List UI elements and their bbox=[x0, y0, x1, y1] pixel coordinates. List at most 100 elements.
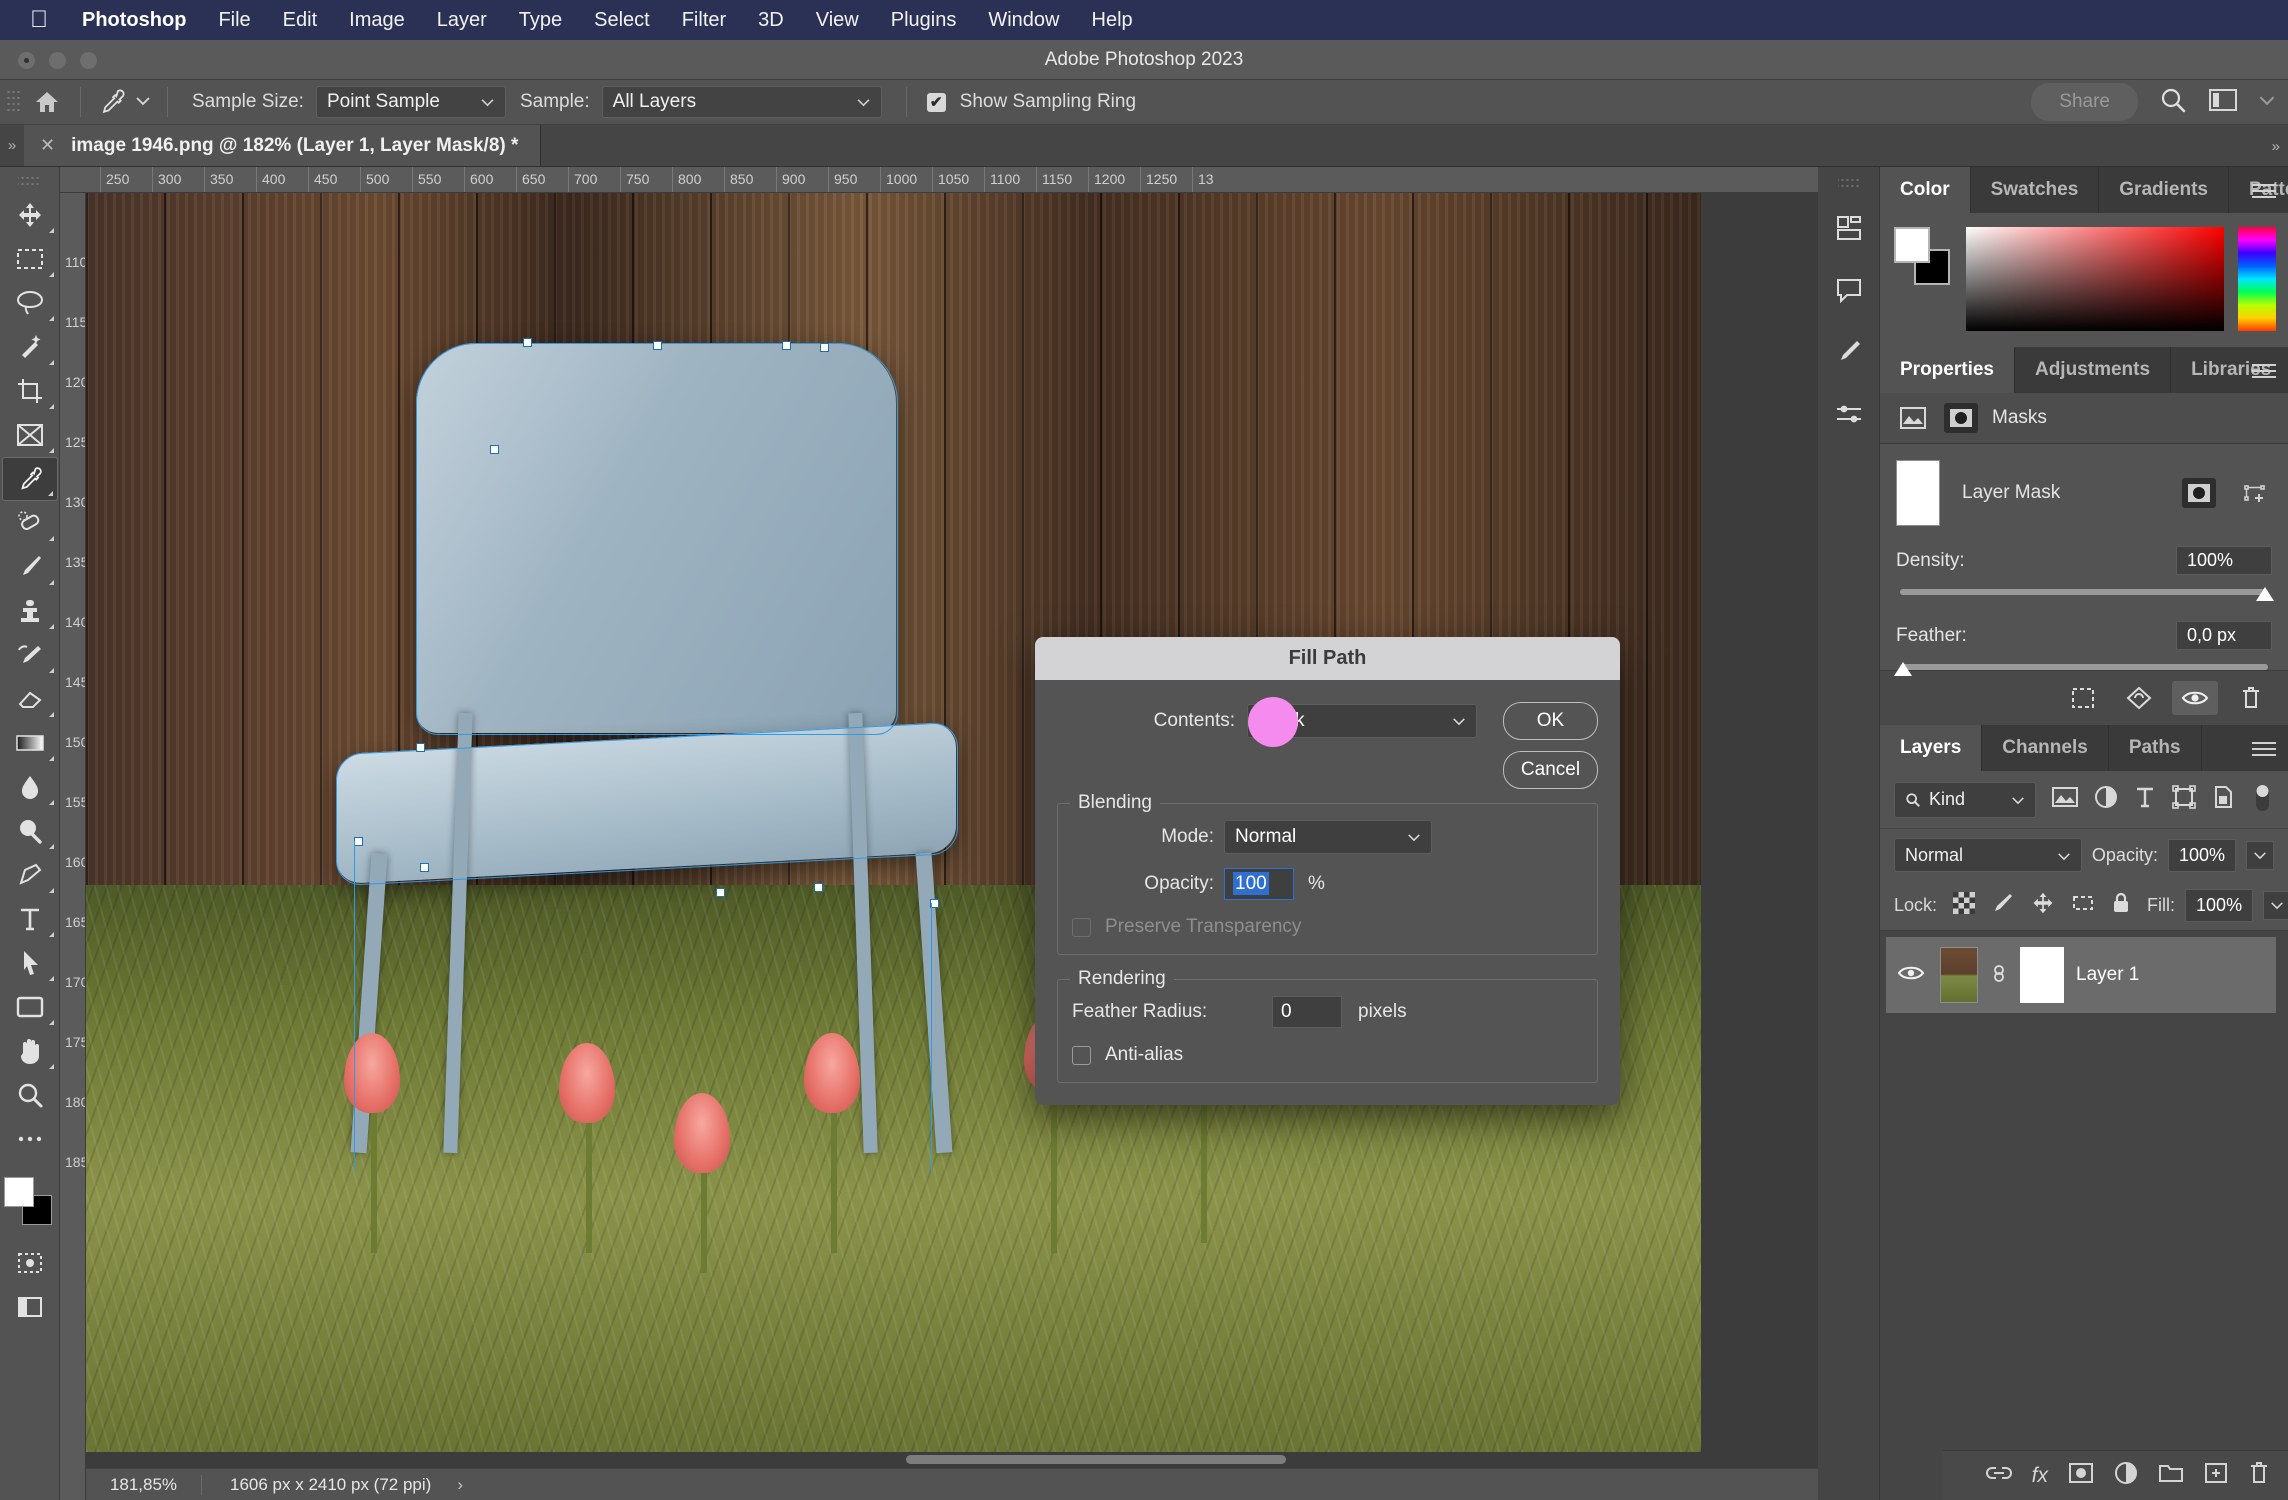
tab-layers[interactable]: Layers bbox=[1880, 725, 1983, 771]
tab-paths[interactable]: Paths bbox=[2109, 725, 2202, 771]
comment-icon[interactable] bbox=[1818, 259, 1880, 321]
pixel-filter-icon[interactable] bbox=[2052, 786, 2078, 813]
tab-color[interactable]: Color bbox=[1880, 167, 1971, 213]
fx-icon[interactable]: fx bbox=[2032, 1464, 2048, 1488]
workspace-panel-icon[interactable] bbox=[2208, 87, 2238, 118]
density-slider-knob[interactable] bbox=[2256, 587, 2274, 601]
lock-position-icon[interactable] bbox=[2031, 891, 2055, 920]
color-ramp[interactable] bbox=[1966, 227, 2224, 331]
new-group-icon[interactable] bbox=[2158, 1462, 2184, 1489]
zoom-tool[interactable] bbox=[2, 1073, 58, 1117]
window-minimize-button[interactable] bbox=[49, 52, 66, 69]
visibility-icon[interactable] bbox=[2172, 681, 2218, 715]
vector-mask-icon[interactable] bbox=[1944, 403, 1978, 433]
anti-alias-row[interactable]: Anti-alias bbox=[1072, 1044, 1583, 1066]
adjustment-filter-icon[interactable] bbox=[2094, 785, 2118, 814]
foreground-color-swatch[interactable] bbox=[4, 1177, 34, 1207]
chevron-down-icon[interactable] bbox=[135, 93, 151, 111]
menu-item-layer[interactable]: Layer bbox=[437, 9, 487, 32]
move-tool[interactable] bbox=[2, 193, 58, 237]
feather-slider-row[interactable]: Feather: 0,0 px bbox=[1880, 595, 2288, 676]
collapse-right-icon[interactable]: » bbox=[2272, 125, 2280, 167]
brush-settings-icon[interactable] bbox=[1818, 321, 1880, 383]
status-expand-icon[interactable]: › bbox=[457, 1475, 463, 1495]
anti-alias-checkbox[interactable] bbox=[1072, 1045, 1091, 1065]
delete-mask-icon[interactable] bbox=[2228, 681, 2274, 715]
link-icon[interactable] bbox=[1990, 960, 2008, 991]
lock-transparency-icon[interactable] bbox=[1953, 892, 1976, 919]
path-anchor-point[interactable] bbox=[523, 338, 532, 347]
menu-item-select[interactable]: Select bbox=[594, 9, 650, 32]
menu-item-3d[interactable]: 3D bbox=[758, 9, 784, 32]
layer-opacity-stepper[interactable] bbox=[2246, 840, 2274, 870]
cancel-button[interactable]: Cancel bbox=[1503, 751, 1598, 789]
adjustment-sliders-icon[interactable] bbox=[1818, 383, 1880, 445]
healing-brush-tool[interactable] bbox=[2, 501, 58, 545]
object-selection-tool[interactable] bbox=[2, 325, 58, 369]
pen-tool[interactable] bbox=[2, 853, 58, 897]
tab-gradients[interactable]: Gradients bbox=[2099, 167, 2229, 213]
tools-panel-grip[interactable] bbox=[18, 175, 41, 187]
rail-grip[interactable] bbox=[1838, 177, 1859, 189]
shape-filter-icon[interactable] bbox=[2172, 785, 2196, 814]
menu-item-edit[interactable]: Edit bbox=[283, 9, 317, 32]
color-picker-row[interactable] bbox=[1880, 213, 2288, 347]
eraser-tool[interactable] bbox=[2, 677, 58, 721]
menu-item-view[interactable]: View bbox=[816, 9, 859, 32]
document-tab[interactable]: ✕ image 1946.png @ 182% (Layer 1, Layer … bbox=[24, 125, 542, 166]
scrollbar-thumb[interactable] bbox=[906, 1455, 1286, 1464]
clone-stamp-tool[interactable] bbox=[2, 589, 58, 633]
fill-stepper[interactable] bbox=[2263, 891, 2288, 920]
options-bar-grip[interactable] bbox=[6, 89, 20, 115]
delete-layer-icon[interactable] bbox=[2248, 1461, 2270, 1490]
feather-slider-track[interactable] bbox=[1894, 662, 2268, 676]
lock-image-icon[interactable] bbox=[1991, 891, 2015, 920]
path-selection-tool[interactable] bbox=[2, 941, 58, 985]
type-tool[interactable] bbox=[2, 897, 58, 941]
tab-properties[interactable]: Properties bbox=[1880, 347, 2015, 393]
screen-mode-tool[interactable] bbox=[2, 1285, 58, 1329]
feather-value[interactable]: 0,0 px bbox=[2176, 621, 2272, 650]
tab-adjustments[interactable]: Adjustments bbox=[2015, 347, 2172, 393]
add-mask-icon[interactable] bbox=[2068, 1462, 2094, 1489]
window-close-button[interactable] bbox=[18, 52, 35, 69]
gradient-tool[interactable] bbox=[2, 721, 58, 765]
sample-select[interactable]: All Layers bbox=[601, 86, 882, 118]
brush-tool[interactable] bbox=[2, 545, 58, 589]
layer-blend-mode-select[interactable]: Normal bbox=[1894, 838, 2082, 872]
menu-item-type[interactable]: Type bbox=[519, 9, 562, 32]
layer-mask-thumbnail[interactable] bbox=[2020, 947, 2064, 1003]
collapse-left-icon[interactable]: » bbox=[0, 125, 24, 166]
new-adjustment-icon[interactable] bbox=[2114, 1461, 2138, 1490]
hue-slider[interactable] bbox=[2238, 227, 2276, 331]
show-sampling-ring-row[interactable]: ✔ Show Sampling Ring bbox=[926, 91, 1136, 113]
link-layers-icon[interactable] bbox=[1985, 1463, 2012, 1488]
apple-logo-icon[interactable]:  bbox=[22, 8, 56, 32]
vertical-ruler[interactable]: 1100 1150 1200 1250 1300 1350 1400 1450 … bbox=[60, 193, 86, 1500]
path-anchor-point[interactable] bbox=[814, 883, 823, 892]
menu-item-filter[interactable]: Filter bbox=[682, 9, 726, 32]
sample-size-select[interactable]: Point Sample bbox=[315, 86, 506, 118]
history-brush-tool[interactable] bbox=[2, 633, 58, 677]
filter-toggle-icon[interactable] bbox=[2250, 781, 2274, 818]
marquee-tool[interactable] bbox=[2, 237, 58, 281]
lock-all-icon[interactable] bbox=[2111, 891, 2131, 920]
eye-icon[interactable] bbox=[1894, 964, 1928, 987]
path-anchor-point[interactable] bbox=[490, 445, 499, 454]
blur-tool[interactable] bbox=[2, 765, 58, 809]
shape-tool[interactable] bbox=[2, 985, 58, 1029]
tab-swatches[interactable]: Swatches bbox=[1971, 167, 2100, 213]
layer-filter-kind-select[interactable]: Kind bbox=[1894, 781, 2036, 818]
path-anchor-point[interactable] bbox=[653, 341, 662, 350]
layer-row[interactable]: Layer 1 bbox=[1886, 937, 2276, 1013]
share-button[interactable]: Share bbox=[2031, 83, 2138, 121]
panel-layout-icon[interactable] bbox=[1818, 197, 1880, 259]
density-slider-track[interactable] bbox=[1900, 587, 2274, 601]
show-sampling-ring-checkbox[interactable]: ✔ bbox=[926, 92, 946, 112]
layer-opacity-value[interactable]: 100% bbox=[2167, 838, 2236, 872]
add-vector-mask-icon[interactable] bbox=[2238, 478, 2272, 508]
quick-mask-tool[interactable] bbox=[2, 1241, 58, 1285]
chevron-down-icon[interactable] bbox=[2258, 93, 2276, 111]
panel-menu-icon[interactable] bbox=[2252, 360, 2276, 382]
window-traffic-lights[interactable] bbox=[18, 52, 97, 69]
